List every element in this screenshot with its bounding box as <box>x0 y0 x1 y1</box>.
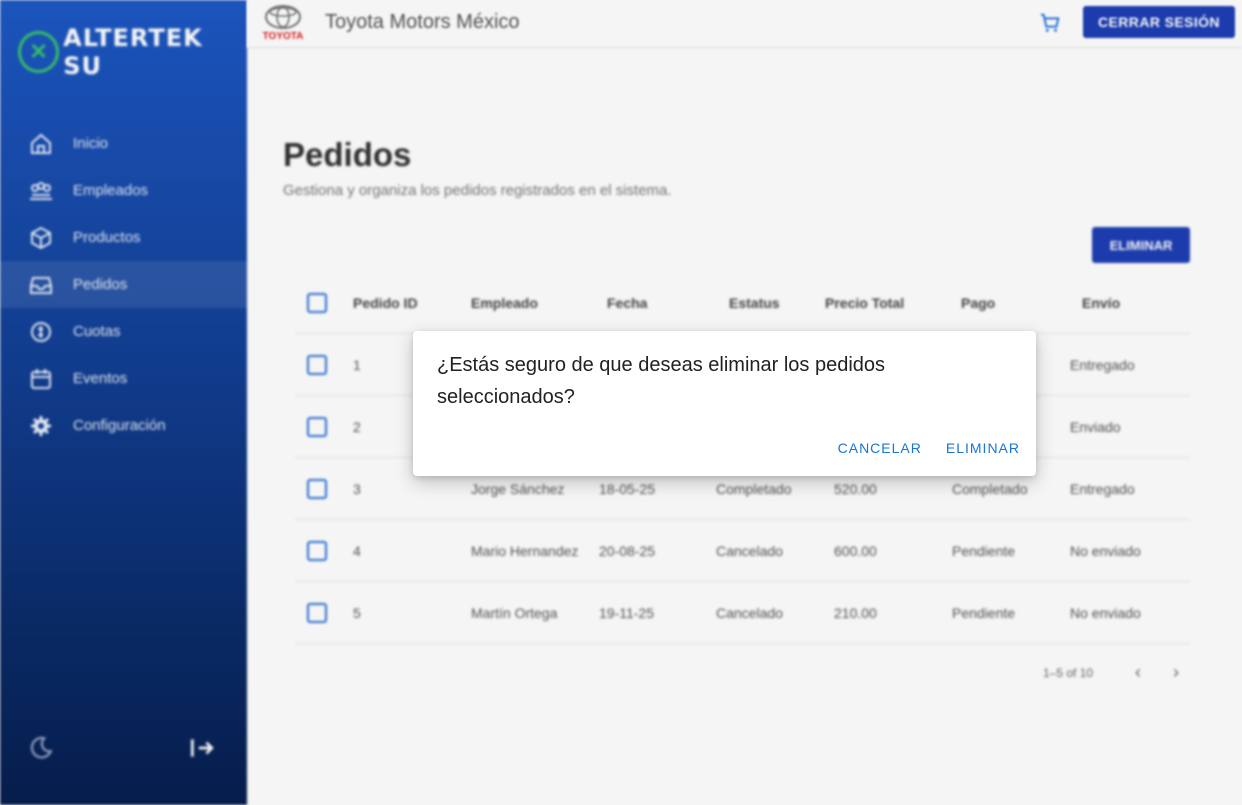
cancel-button[interactable]: CANCELAR <box>838 436 922 460</box>
confirm-delete-dialog: ¿Estás seguro de que deseas eliminar los… <box>413 331 1036 476</box>
dialog-actions: CANCELAR ELIMINAR <box>838 436 1020 460</box>
confirm-delete-button[interactable]: ELIMINAR <box>946 436 1020 460</box>
dialog-message: ¿Estás seguro de que deseas eliminar los… <box>437 354 886 408</box>
